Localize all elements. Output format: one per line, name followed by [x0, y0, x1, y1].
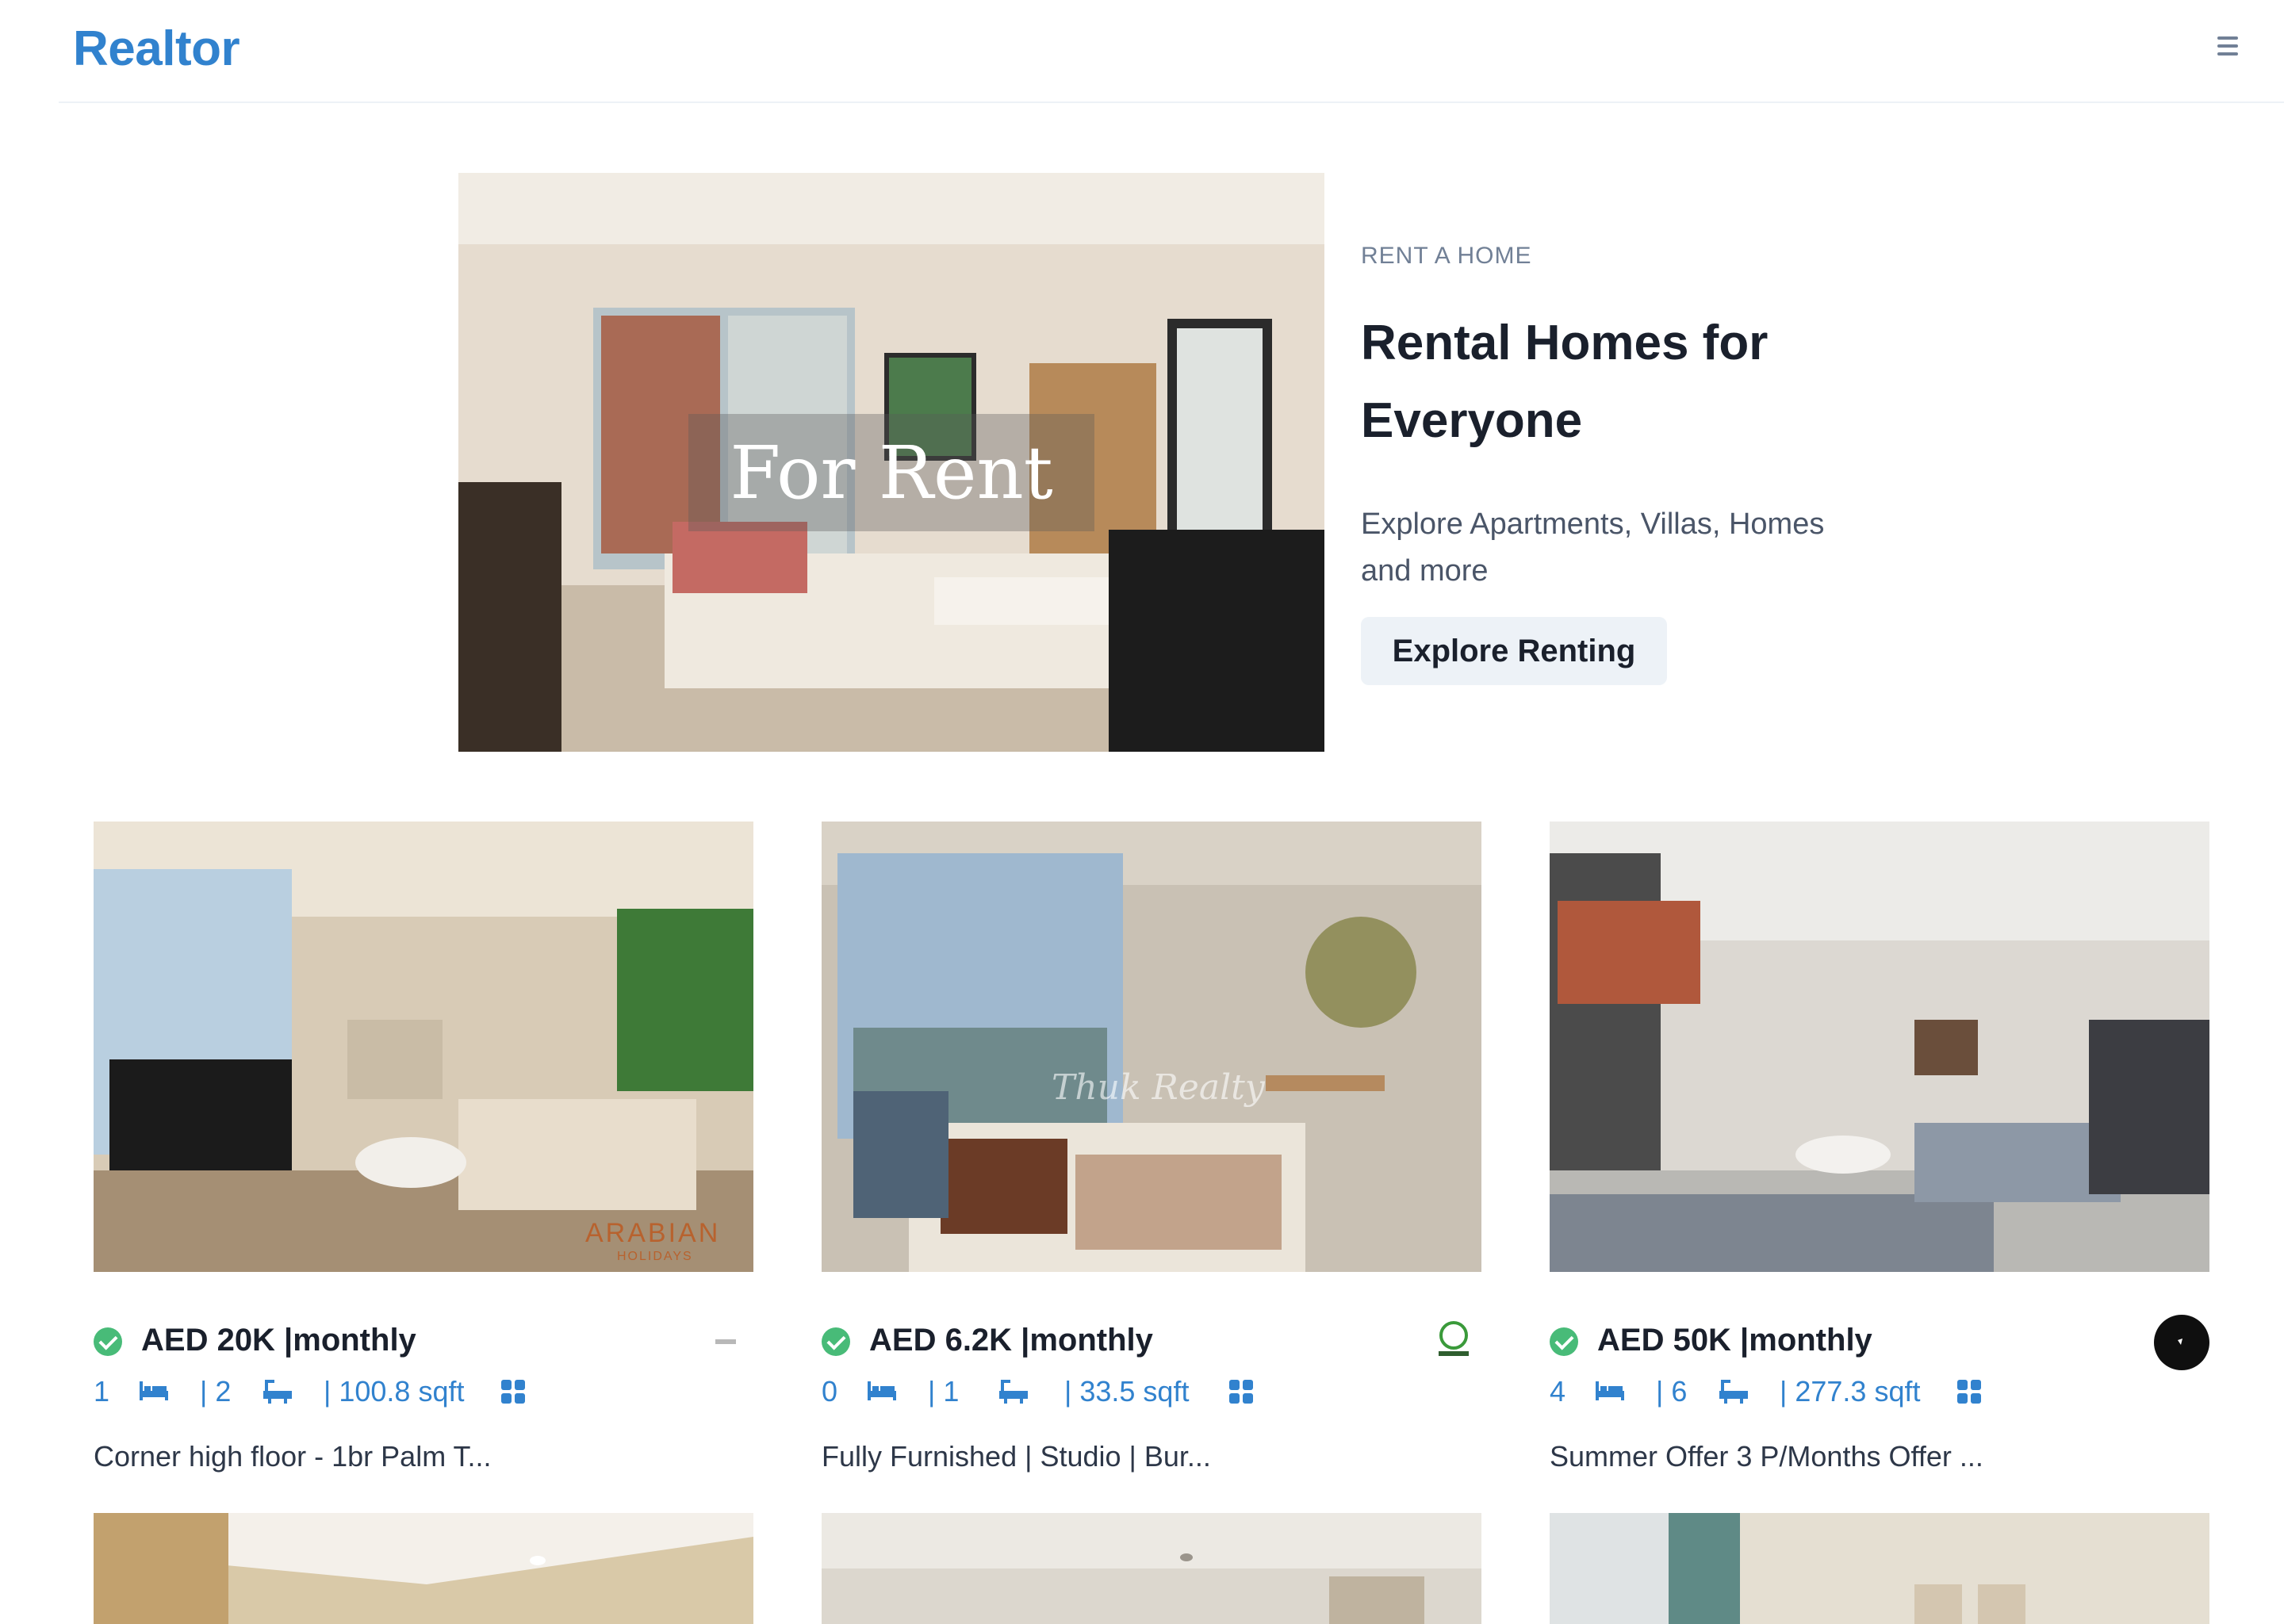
listing-card[interactable]: ARABIAN HOLIDAYS AED 20K |monthly 1 | 2 … [94, 822, 753, 1473]
listing-title[interactable]: Fully Furnished | Studio | Bur... [822, 1440, 1481, 1473]
agency-logo[interactable] [698, 1315, 753, 1370]
area-size: | 33.5 sqft [1064, 1375, 1190, 1408]
photo-watermark: ARABIAN [585, 1218, 721, 1248]
photo-watermark-sub: HOLIDAYS [617, 1250, 693, 1263]
verified-check-icon [94, 1327, 122, 1356]
listing-photo[interactable] [822, 1513, 1481, 1624]
navbar: Realtor [59, 0, 2284, 103]
explore-renting-button[interactable]: Explore Renting [1361, 617, 1667, 685]
listing-photo[interactable] [94, 1513, 753, 1624]
listing-price: AED 20K |monthly [141, 1323, 416, 1358]
agency-logo[interactable] [1426, 1315, 1481, 1370]
listing-price: AED 6.2K |monthly [869, 1323, 1153, 1358]
hamburger-menu-icon[interactable] [2211, 32, 2244, 60]
baths-count: | 2 [200, 1375, 232, 1408]
grid-icon [1229, 1380, 1253, 1404]
listing-card[interactable]: AED 50K |monthly 4 | 6 | 277.3 sqft Summ… [1550, 822, 2209, 1473]
area-size: | 100.8 sqft [324, 1375, 465, 1408]
bath-icon [999, 1380, 1028, 1404]
area-size: | 277.3 sqft [1780, 1375, 1921, 1408]
agency-logo[interactable] [2154, 1315, 2209, 1370]
bath-icon [263, 1380, 292, 1404]
bed-icon [140, 1381, 168, 1400]
grid-icon [501, 1380, 525, 1404]
grid-icon [1957, 1380, 1981, 1404]
verified-check-icon [822, 1327, 850, 1356]
bed-icon [868, 1381, 896, 1400]
rooms-count: 0 [822, 1375, 838, 1408]
price-row: AED 50K |monthly [1550, 1315, 2209, 1370]
baths-count: | 6 [1656, 1375, 1688, 1408]
hero-description: Explore Apartments, Villas, Homes and mo… [1361, 508, 1825, 588]
listing-photo[interactable]: Thuk Realty [822, 822, 1481, 1272]
listing-photo[interactable] [1550, 1513, 2209, 1624]
listing-stats: 0 | 1 | 33.5 sqft [822, 1372, 1481, 1411]
listing-card[interactable]: Thuk Realty AED 6.2K |monthly 0 | 1 | 33… [822, 822, 1481, 1473]
listing-photo[interactable] [1550, 822, 2209, 1272]
verified-check-icon [1550, 1327, 1578, 1356]
photo-watermark: Thuk Realty [1052, 1067, 1265, 1108]
baths-count: | 1 [928, 1375, 960, 1408]
hero-image: For Rent [458, 173, 1324, 752]
listing-title[interactable]: Summer Offer 3 P/Months Offer ... [1550, 1440, 2209, 1473]
hero-title: Rental Homes for Everyone [1361, 316, 1769, 448]
hero-subtitle: RENT A HOME [1361, 243, 1532, 269]
listing-stats: 1 | 2 | 100.8 sqft [94, 1372, 753, 1411]
listing-title[interactable]: Corner high floor - 1br Palm T... [94, 1440, 753, 1473]
rooms-count: 1 [94, 1375, 110, 1408]
bath-icon [1719, 1380, 1748, 1404]
price-row: AED 6.2K |monthly [822, 1315, 1481, 1370]
rooms-count: 4 [1550, 1375, 1566, 1408]
price-row: AED 20K |monthly [94, 1315, 753, 1370]
listing-price: AED 50K |monthly [1597, 1323, 1872, 1358]
listing-photo[interactable]: ARABIAN HOLIDAYS [94, 822, 753, 1272]
listing-stats: 4 | 6 | 277.3 sqft [1550, 1372, 2209, 1411]
brand-logo[interactable]: Realtor [73, 21, 240, 77]
hero-image-caption: For Rent [688, 414, 1094, 531]
bed-icon [1596, 1381, 1624, 1400]
